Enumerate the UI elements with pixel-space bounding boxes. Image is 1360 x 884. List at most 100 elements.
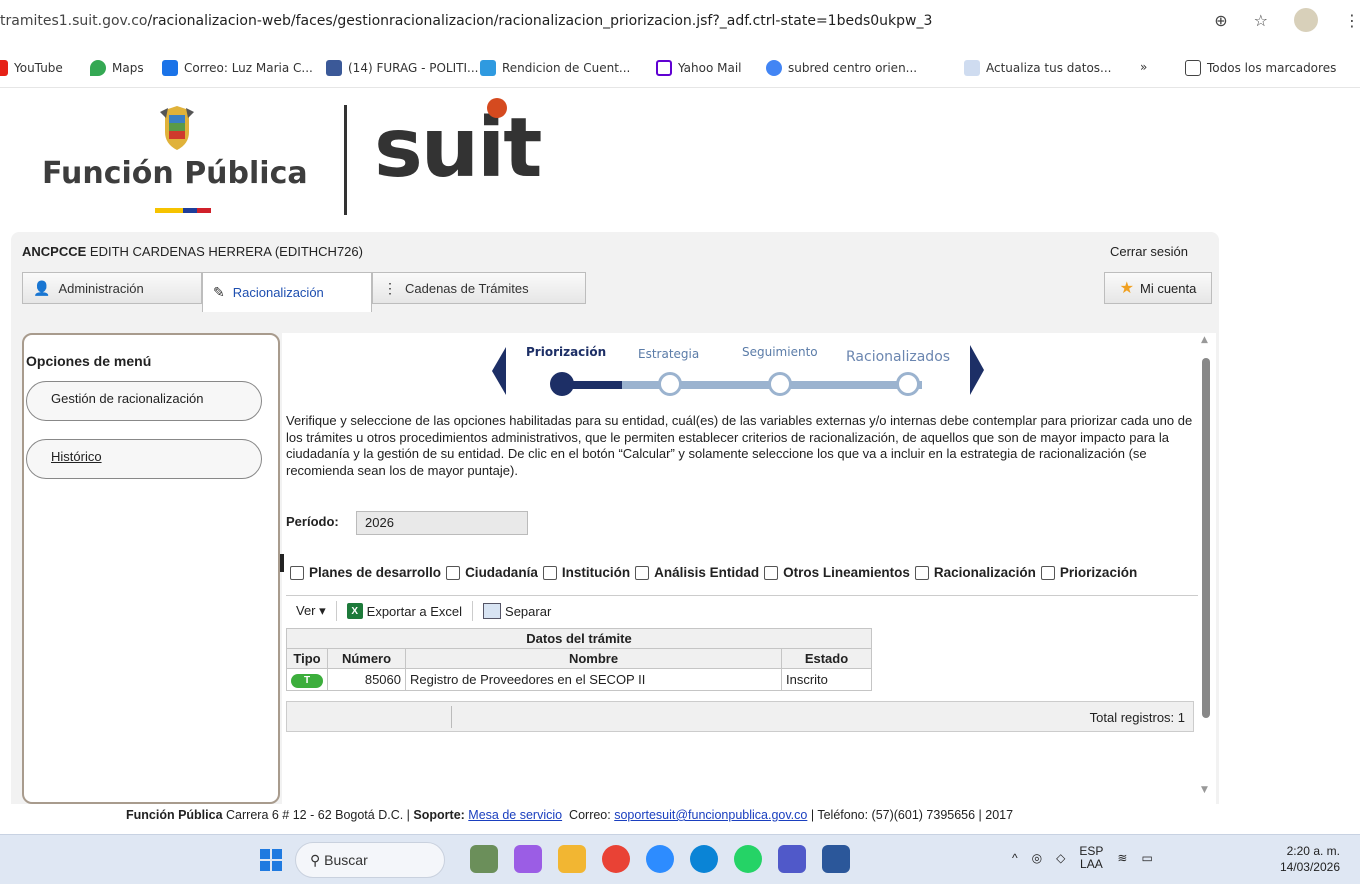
- tab-administracion[interactable]: 👤 Administración: [22, 272, 202, 304]
- logo-divider: [344, 105, 347, 215]
- excel-icon: X: [346, 603, 363, 619]
- filter-analisis[interactable]: Análisis Entidad: [635, 565, 759, 580]
- table-row[interactable]: T 85060 Registro de Proveedores en el SE…: [286, 668, 872, 691]
- period-label: Período:: [286, 514, 339, 529]
- profile-avatar[interactable]: [1294, 8, 1318, 32]
- clock[interactable]: 2:20 a. m. 14/03/2026: [1280, 843, 1340, 875]
- wifi-icon[interactable]: ≋: [1117, 851, 1127, 865]
- menu-icon[interactable]: ⋮: [1344, 11, 1360, 30]
- checkbox[interactable]: [446, 565, 461, 580]
- battery-icon[interactable]: ▭: [1141, 851, 1152, 865]
- whatsapp-icon[interactable]: [734, 845, 762, 873]
- column-header-tipo[interactable]: Tipo: [286, 648, 328, 669]
- windows-start-icon[interactable]: [260, 849, 282, 871]
- copilot-icon[interactable]: [514, 845, 542, 873]
- checkbox[interactable]: [290, 565, 304, 580]
- support-link[interactable]: Mesa de servicio: [468, 808, 562, 822]
- step-tracker: Priorización Estrategia Seguimiento Raci…: [492, 333, 986, 403]
- checkbox[interactable]: [635, 565, 650, 580]
- filter-ciudadania[interactable]: Ciudadanía: [446, 565, 538, 580]
- clock-date: 14/03/2026: [1279, 860, 1340, 874]
- column-header-estado[interactable]: Estado: [781, 648, 872, 669]
- bookmark-actualiza[interactable]: Actualiza tus datos...: [964, 60, 1111, 76]
- filter-planes[interactable]: Planes de desarrollo: [290, 565, 441, 580]
- cell-estado: Inscrito: [781, 668, 872, 691]
- my-account-button[interactable]: ★ Mi cuenta: [1104, 272, 1212, 304]
- bookmark-maps[interactable]: Maps: [90, 60, 144, 76]
- split-icon: [483, 603, 502, 619]
- user-info: ANCPCCE EDITH CARDENAS HERRERA (EDITHCH7…: [22, 244, 363, 259]
- language-indicator[interactable]: ESP LAA: [1079, 845, 1103, 871]
- procedures-table: Datos del trámite Tipo Número Nombre Est…: [286, 628, 872, 691]
- column-header-numero[interactable]: Número: [327, 648, 406, 669]
- filter-priorizacion[interactable]: Priorización: [1040, 565, 1137, 580]
- period-field[interactable]: 2026: [356, 511, 528, 535]
- tray-app-icon[interactable]: ◎: [1032, 851, 1042, 865]
- all-bookmarks[interactable]: Todos los marcadores: [1185, 60, 1336, 76]
- bookmark-youtube[interactable]: YouTube: [0, 60, 63, 76]
- suit-logo-dot: [487, 98, 507, 118]
- step-estrategia[interactable]: Estrategia: [638, 347, 699, 361]
- main-content: Priorización Estrategia Seguimiento Raci…: [280, 333, 1198, 804]
- menu-item-gestion[interactable]: Gestión de racionalización: [26, 381, 262, 421]
- document-icon: [964, 60, 980, 76]
- bookmark-correo[interactable]: Correo: Luz Maria C...: [162, 60, 313, 76]
- cell-tipo: T: [286, 668, 328, 691]
- bookmark-furag[interactable]: (14) FURAG - POLITI...: [326, 60, 478, 76]
- footer-org: Función Pública: [126, 808, 223, 822]
- export-excel-button[interactable]: X Exportar a Excel: [337, 603, 472, 619]
- table-group-header-row: Datos del trámite: [286, 628, 872, 649]
- support-email-link[interactable]: soportesuit@funcionpublica.gov.co: [614, 808, 807, 822]
- step-priorizacion[interactable]: Priorización: [526, 345, 606, 359]
- bookmark-yahoo[interactable]: Yahoo Mail: [656, 60, 742, 76]
- column-header-nombre[interactable]: Nombre: [405, 648, 782, 669]
- checkbox[interactable]: [914, 565, 929, 580]
- tab-racionalizacion[interactable]: ✎ Racionalización: [202, 272, 372, 312]
- bookmark-subred[interactable]: subred centro orien...: [766, 60, 917, 76]
- grid-toolbar: Ver ▾ X Exportar a Excel Separar: [286, 599, 561, 623]
- filter-racionalizacion[interactable]: Racionalización: [914, 565, 1036, 580]
- zoom-app-icon[interactable]: [646, 845, 674, 873]
- scroll-thumb[interactable]: [1202, 358, 1210, 718]
- checkbox[interactable]: [1040, 565, 1055, 580]
- logout-link[interactable]: Cerrar sesión: [1110, 244, 1188, 259]
- view-menu-button[interactable]: Ver ▾: [286, 603, 336, 619]
- next-step-arrow[interactable]: [970, 345, 984, 395]
- total-records: Total registros: 1: [1089, 710, 1185, 725]
- group-header: Datos del trámite: [286, 628, 872, 649]
- funcion-publica-logo: Función Pública: [42, 156, 308, 191]
- tab-cadenas[interactable]: ⋮ Cadenas de Trámites: [372, 272, 586, 304]
- scroll-down-icon[interactable]: ▼: [1201, 785, 1208, 795]
- bookmark-star-icon[interactable]: ☆: [1254, 11, 1268, 30]
- split-button[interactable]: Separar: [473, 603, 561, 619]
- splitter-handle[interactable]: [280, 554, 284, 572]
- word-icon[interactable]: [822, 845, 850, 873]
- chain-icon: ⋮: [383, 279, 397, 296]
- chevron-up-icon[interactable]: ^: [1012, 851, 1018, 865]
- tray-app-icon[interactable]: ◇: [1056, 851, 1065, 865]
- taskbar-search[interactable]: ⚲ Buscar: [295, 842, 445, 878]
- menu-item-historico[interactable]: Histórico: [26, 439, 262, 479]
- step-dot-priorizacion: [550, 372, 574, 396]
- prev-step-arrow[interactable]: [492, 347, 506, 395]
- zoom-icon[interactable]: ⊕: [1214, 11, 1227, 30]
- scroll-up-icon[interactable]: ▲: [1201, 335, 1208, 345]
- url-field[interactable]: tramites1.suit.gov.co/racionalizacion-we…: [0, 13, 932, 29]
- checkbox[interactable]: [764, 565, 779, 580]
- step-seguimiento[interactable]: Seguimiento: [742, 345, 818, 359]
- filter-institucion[interactable]: Institución: [542, 565, 630, 580]
- teams-icon[interactable]: [778, 845, 806, 873]
- app-icon[interactable]: [470, 845, 498, 873]
- edge-icon[interactable]: [690, 845, 718, 873]
- filter-otros[interactable]: Otros Lineamientos: [764, 565, 910, 580]
- step-racionalizados[interactable]: Racionalizados: [846, 349, 950, 365]
- vertical-scrollbar[interactable]: ▲ ▼: [1198, 333, 1216, 804]
- chrome-icon[interactable]: [602, 845, 630, 873]
- cell-nombre: Registro de Proveedores en el SECOP II: [405, 668, 782, 691]
- file-explorer-icon[interactable]: [558, 845, 586, 873]
- bookmarks-overflow[interactable]: »: [1140, 60, 1147, 74]
- taskbar-apps: [470, 845, 850, 873]
- bookmark-rendicion[interactable]: Rendicion de Cuent...: [480, 60, 630, 76]
- checkbox[interactable]: [542, 565, 557, 580]
- youtube-icon: [0, 60, 8, 76]
